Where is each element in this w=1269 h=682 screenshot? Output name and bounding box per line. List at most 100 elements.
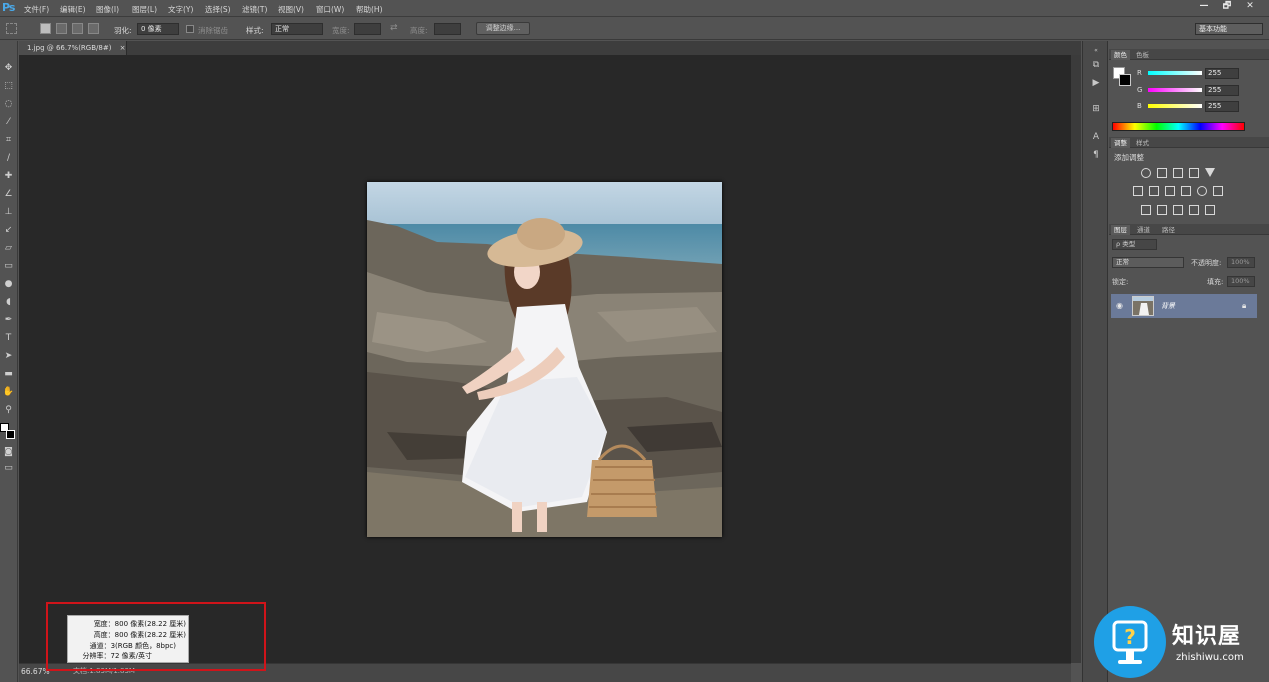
quick-select-tool-icon[interactable]: ⁄ bbox=[1, 115, 16, 130]
type-tool-icon[interactable]: T bbox=[1, 331, 16, 346]
fill-input[interactable]: 100% bbox=[1227, 276, 1255, 287]
lasso-tool-icon[interactable]: ◌ bbox=[1, 97, 16, 112]
height-label: 高度: bbox=[410, 26, 428, 35]
restore-button[interactable]: 🗗 bbox=[1218, 1, 1236, 12]
swap-icon[interactable]: ⇄ bbox=[390, 23, 398, 33]
layer-name[interactable]: 背景 bbox=[1161, 301, 1175, 311]
color-spectrum-ramp[interactable] bbox=[1112, 122, 1245, 131]
refine-edge-button[interactable]: 调整边缘... bbox=[476, 22, 530, 35]
background-color-chip[interactable] bbox=[1119, 74, 1131, 86]
paragraph-panel-icon[interactable]: ¶ bbox=[1089, 149, 1103, 161]
channel-b-slider[interactable] bbox=[1148, 104, 1202, 108]
tab-adjustments[interactable]: 调整 bbox=[1111, 138, 1130, 148]
zoom-tool-icon[interactable]: ⚲ bbox=[1, 403, 16, 418]
posterize-icon[interactable] bbox=[1157, 205, 1167, 215]
blend-mode-select[interactable]: 正常 bbox=[1112, 257, 1184, 268]
brush-tool-icon[interactable]: ∠ bbox=[1, 187, 16, 202]
marquee-preset-icon[interactable] bbox=[6, 23, 17, 34]
move-tool-icon[interactable]: ✥ bbox=[1, 61, 16, 76]
add-selection-icon[interactable] bbox=[56, 23, 67, 34]
subtract-selection-icon[interactable] bbox=[72, 23, 83, 34]
new-selection-icon[interactable] bbox=[40, 23, 51, 34]
properties-panel-icon[interactable]: ⊞ bbox=[1089, 103, 1103, 115]
menu-type[interactable]: 文字(Y) bbox=[168, 4, 193, 15]
style-select[interactable]: 正常 bbox=[271, 23, 323, 35]
eraser-tool-icon[interactable]: ▱ bbox=[1, 241, 16, 256]
layer-kind-filter[interactable]: ρ 类型 bbox=[1112, 239, 1157, 250]
threshold-icon[interactable] bbox=[1173, 205, 1183, 215]
hue-saturation-icon[interactable] bbox=[1133, 186, 1143, 196]
right-panels: 颜色 色板 R 255 G 255 B 255 调整 样式 添加调整 图层 通道… bbox=[1109, 41, 1269, 682]
channel-g-input[interactable]: 255 bbox=[1205, 85, 1239, 96]
menu-help[interactable]: 帮助(H) bbox=[356, 4, 383, 15]
clone-stamp-tool-icon[interactable]: ⊥ bbox=[1, 205, 16, 220]
close-button[interactable]: ✕ bbox=[1241, 1, 1259, 12]
background-color-swatch[interactable] bbox=[6, 430, 15, 439]
crop-tool-icon[interactable]: ⌗ bbox=[1, 133, 16, 148]
channel-r-input[interactable]: 255 bbox=[1205, 68, 1239, 79]
layer-visibility-eye-icon[interactable]: ◉ bbox=[1116, 301, 1123, 310]
tab-color[interactable]: 颜色 bbox=[1111, 50, 1130, 60]
healing-brush-tool-icon[interactable]: ✚ bbox=[1, 169, 16, 184]
hand-tool-icon[interactable]: ✋ bbox=[1, 385, 16, 400]
document-tab[interactable]: 1.jpg @ 66.7%(RGB/8#) × bbox=[19, 41, 127, 55]
channel-g-slider[interactable] bbox=[1148, 88, 1202, 92]
minimize-button[interactable]: — bbox=[1195, 1, 1213, 12]
menu-file[interactable]: 文件(F) bbox=[24, 4, 49, 15]
vibrance-icon[interactable] bbox=[1205, 168, 1215, 177]
antialias-checkbox[interactable] bbox=[186, 25, 194, 33]
curves-icon[interactable] bbox=[1173, 168, 1183, 178]
menu-layer[interactable]: 图层(L) bbox=[132, 4, 157, 15]
screen-mode-icon[interactable]: ▭ bbox=[1, 461, 16, 476]
pen-tool-icon[interactable]: ✒ bbox=[1, 313, 16, 328]
feather-label: 羽化: bbox=[114, 26, 132, 35]
width-input[interactable] bbox=[354, 23, 381, 35]
exposure-icon[interactable] bbox=[1189, 168, 1199, 178]
photo-filter-icon[interactable] bbox=[1181, 186, 1191, 196]
dodge-tool-icon[interactable]: ◖ bbox=[1, 295, 16, 310]
menu-image[interactable]: 图像(I) bbox=[96, 4, 119, 15]
shape-tool-icon[interactable]: ▬ bbox=[1, 367, 16, 382]
tab-paths[interactable]: 路径 bbox=[1159, 225, 1178, 235]
menu-select[interactable]: 选择(S) bbox=[205, 4, 231, 15]
invert-icon[interactable] bbox=[1141, 205, 1151, 215]
channel-b-input[interactable]: 255 bbox=[1205, 101, 1239, 112]
marquee-tool-icon[interactable]: ⬚ bbox=[1, 79, 16, 94]
workspace-select[interactable]: 基本功能 bbox=[1195, 23, 1263, 35]
selective-color-icon[interactable] bbox=[1205, 205, 1215, 215]
vertical-scrollbar[interactable] bbox=[1071, 55, 1081, 663]
levels-icon[interactable] bbox=[1157, 168, 1167, 178]
tab-close-icon[interactable]: × bbox=[120, 44, 126, 52]
actions-panel-icon[interactable]: ▶ bbox=[1089, 77, 1103, 89]
layer-row[interactable]: ◉ 背景 🔒︎ bbox=[1111, 294, 1257, 318]
blur-tool-icon[interactable]: ● bbox=[1, 277, 16, 292]
channel-r-slider[interactable] bbox=[1148, 71, 1202, 75]
tab-styles[interactable]: 样式 bbox=[1133, 138, 1152, 148]
character-panel-icon[interactable]: A bbox=[1089, 131, 1103, 143]
menu-window[interactable]: 窗口(W) bbox=[316, 4, 344, 15]
color-balance-icon[interactable] bbox=[1149, 186, 1159, 196]
gradient-tool-icon[interactable]: ▭ bbox=[1, 259, 16, 274]
menu-edit[interactable]: 编辑(E) bbox=[60, 4, 86, 15]
opacity-input[interactable]: 100% bbox=[1227, 257, 1255, 268]
collapse-icon[interactable]: « bbox=[1089, 45, 1103, 57]
color-lookup-icon[interactable] bbox=[1213, 186, 1223, 196]
history-brush-tool-icon[interactable]: ↙ bbox=[1, 223, 16, 238]
tab-layers[interactable]: 图层 bbox=[1111, 225, 1130, 235]
channel-mixer-icon[interactable] bbox=[1197, 186, 1207, 196]
feather-input[interactable]: 0 像素 bbox=[137, 23, 179, 35]
menu-view[interactable]: 视图(V) bbox=[278, 4, 304, 15]
history-panel-icon[interactable]: ⧉ bbox=[1089, 59, 1103, 71]
layers-panel-tabs: 图层 通道 路径 bbox=[1109, 224, 1269, 235]
height-input[interactable] bbox=[434, 23, 461, 35]
brightness-contrast-icon[interactable] bbox=[1141, 168, 1151, 178]
menu-filter[interactable]: 滤镜(T) bbox=[242, 4, 267, 15]
quick-mask-icon[interactable]: ◙ bbox=[1, 445, 16, 460]
eyedropper-tool-icon[interactable]: ∕ bbox=[1, 151, 16, 166]
gradient-map-icon[interactable] bbox=[1189, 205, 1199, 215]
black-white-icon[interactable] bbox=[1165, 186, 1175, 196]
intersect-selection-icon[interactable] bbox=[88, 23, 99, 34]
tab-channels[interactable]: 通道 bbox=[1134, 225, 1153, 235]
tab-swatches[interactable]: 色板 bbox=[1133, 50, 1152, 60]
path-select-tool-icon[interactable]: ➤ bbox=[1, 349, 16, 364]
